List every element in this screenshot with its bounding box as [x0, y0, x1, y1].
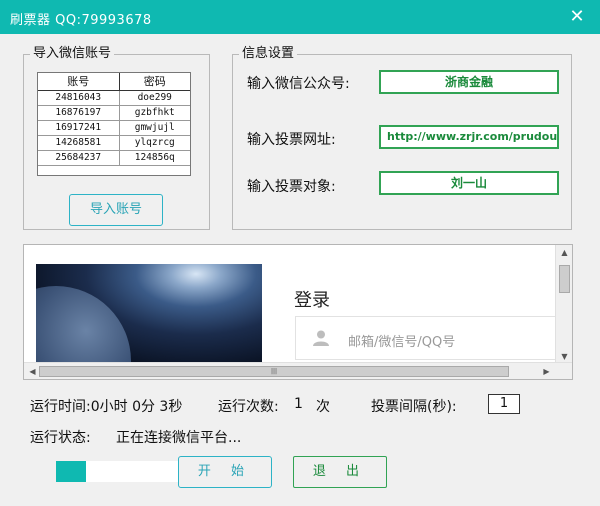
account-cell: 25684237 [38, 150, 120, 166]
password-cell: gzbfhkt [119, 105, 190, 121]
exit-button[interactable]: 退 出 [293, 456, 387, 488]
import-accounts-button[interactable]: 导入账号 [69, 194, 163, 226]
password-cell: doe299 [119, 90, 190, 106]
import-accounts-legend: 导入微信账号 [30, 45, 115, 63]
planet-shape [36, 286, 131, 362]
accounts-table[interactable]: 账号 密码 24816043 doe299 16876197 gzbfhkt 1… [37, 72, 191, 176]
state-label: 运行状态: [30, 430, 91, 446]
run-count-unit: 次 [316, 399, 330, 415]
vertical-scrollbar[interactable]: ▲ ▼ [555, 245, 572, 364]
scroll-down-icon[interactable]: ▼ [556, 352, 572, 361]
password-cell: 124856q [119, 150, 190, 166]
table-row[interactable]: 25684237 124856q [38, 150, 190, 166]
table-row[interactable]: 16876197 gzbfhkt [38, 105, 190, 121]
column-header-account[interactable]: 账号 [38, 73, 120, 91]
horizontal-scrollbar[interactable]: ◀ ||| ▶ [24, 362, 572, 379]
user-icon [313, 330, 329, 346]
vertical-scroll-thumb[interactable] [559, 265, 570, 293]
vote-url-label: 输入投票网址: [247, 132, 336, 148]
password-cell: ylqzrcg [119, 135, 190, 151]
login-username-input[interactable]: 邮箱/微信号/QQ号 [295, 316, 557, 360]
embedded-browser[interactable]: 登录 邮箱/微信号/QQ号 ▲ ▼ ◀ ||| ▶ [23, 244, 573, 380]
progress-bar-fill [56, 461, 86, 482]
table-row[interactable]: 16917241 gmwjujl [38, 120, 190, 136]
password-cell: gmwjujl [119, 120, 190, 136]
account-cell: 16917241 [38, 120, 120, 136]
window-title: 刷票器 QQ:79993678 [10, 13, 152, 28]
start-button[interactable]: 开 始 [178, 456, 272, 488]
scroll-right-icon[interactable]: ▶ [538, 367, 555, 376]
import-accounts-group: 导入微信账号 账号 密码 24816043 doe299 16876197 gz… [23, 45, 210, 230]
account-cell: 16876197 [38, 105, 120, 121]
run-count-label: 运行次数: [218, 399, 279, 415]
progress-bar-track [86, 461, 178, 482]
account-cell: 24816043 [38, 90, 120, 106]
vote-target-label: 输入投票对象: [247, 179, 336, 195]
horizontal-scroll-thumb[interactable]: ||| [39, 366, 509, 377]
interval-input[interactable]: 1 [488, 394, 520, 414]
table-row[interactable]: 14268581 ylqzrcg [38, 135, 190, 151]
title-bar: 刷票器 QQ:79993678 ✕ [0, 0, 600, 34]
runtime-text: 运行时间:0小时 0分 3秒 [30, 399, 183, 415]
interval-label: 投票间隔(秒): [371, 399, 457, 415]
table-row[interactable]: 24816043 doe299 [38, 90, 190, 106]
column-header-password[interactable]: 密码 [119, 73, 190, 91]
account-cell: 14268581 [38, 135, 120, 151]
info-settings-group: 信息设置 输入微信公众号: 浙商金融 输入投票网址: http://www.zr… [232, 45, 572, 230]
scroll-up-icon[interactable]: ▲ [556, 248, 572, 257]
run-count-value: 1 [294, 396, 303, 412]
vote-url-field[interactable]: http://www.zrjr.com/prudouc/a [379, 125, 559, 149]
login-title: 登录 [294, 290, 330, 311]
close-icon[interactable]: ✕ [566, 6, 588, 28]
state-value: 正在连接微信平台... [116, 430, 242, 446]
official-account-label: 输入微信公众号: [247, 76, 350, 92]
official-account-field[interactable]: 浙商金融 [379, 70, 559, 94]
info-settings-legend: 信息设置 [239, 45, 298, 63]
planet-banner-image [36, 264, 262, 362]
login-placeholder: 邮箱/微信号/QQ号 [348, 335, 456, 350]
vote-target-field[interactable]: 刘一山 [379, 171, 559, 195]
